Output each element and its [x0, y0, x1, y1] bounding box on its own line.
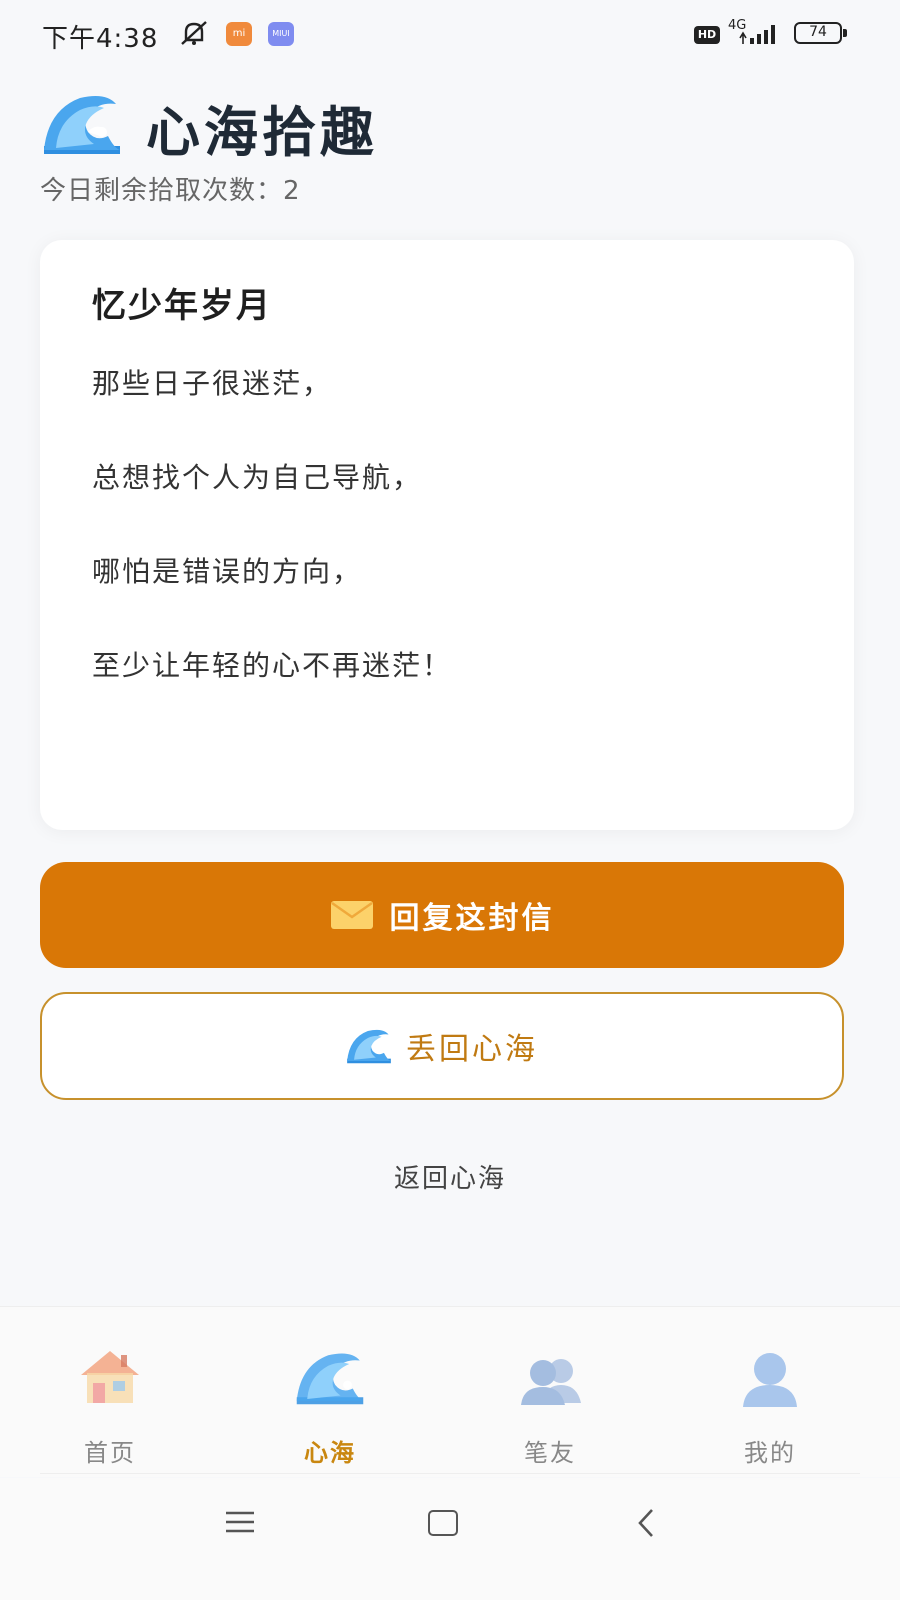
tab-penpal-label: 笔友 [524, 1439, 576, 1467]
back-link-label: 返回心海 [393, 1164, 506, 1194]
battery-icon: 74 [794, 22, 847, 44]
tab-mine[interactable]: 我的 [700, 1347, 840, 1468]
envelope-icon [330, 901, 373, 929]
home-nav-button[interactable] [428, 1510, 458, 1536]
tab-sea-label: 心海 [304, 1439, 356, 1467]
tab-home-label: 首页 [84, 1439, 136, 1467]
wave-icon [347, 1029, 391, 1064]
back-to-sea-link[interactable]: 返回心海 [0, 1158, 900, 1195]
letter-line: 总想找个人为自己导航， [92, 461, 423, 494]
tab-penpal[interactable]: 笔友 [480, 1347, 620, 1468]
tab-mine-label: 我的 [744, 1439, 796, 1467]
user-icon [743, 1353, 797, 1407]
letter-line: 至少让年轻的心不再迷茫！ [92, 649, 453, 682]
tab-home[interactable]: 首页 [40, 1347, 180, 1468]
letter-title: 忆少年岁月 [92, 286, 272, 326]
letter-card: 忆少年岁月 那些日子很迷茫， 总想找个人为自己导航， 哪怕是错误的方向， 至少让… [40, 240, 854, 830]
bottom-tab-bar: 首页 心海 笔友 我的 [0, 1306, 900, 1477]
wave-icon [44, 96, 120, 154]
page-title: 心海拾趣 [146, 101, 378, 164]
house-icon [81, 1351, 139, 1403]
status-time: 下午4:38 [42, 24, 159, 54]
system-nav-bar [0, 1478, 900, 1600]
throw-back-button[interactable]: 丢回心海 [40, 992, 844, 1100]
status-bar: 下午4:38 mi MIUI HD 4G 74 [0, 0, 900, 68]
hd-badge: HD [694, 26, 720, 44]
miui-icon: MIUI [268, 22, 294, 46]
tab-sea[interactable]: 心海 [260, 1347, 400, 1468]
battery-level: 74 [809, 24, 827, 40]
reply-button[interactable]: 回复这封信 [40, 862, 844, 968]
mute-bell-icon [181, 21, 207, 45]
letter-line: 哪怕是错误的方向， [92, 555, 363, 588]
throw-back-label: 丢回心海 [406, 1032, 538, 1067]
mi-store-icon: mi [226, 22, 252, 46]
divider [40, 1473, 860, 1474]
reply-button-label: 回复这封信 [389, 901, 555, 936]
wave-icon [296, 1353, 364, 1405]
remaining-count: 今日剩余拾取次数：2 [40, 176, 301, 206]
menu-icon[interactable] [226, 1510, 254, 1534]
back-nav-icon[interactable] [634, 1508, 660, 1538]
friends-icon [521, 1359, 581, 1405]
letter-line: 那些日子很迷茫， [92, 367, 333, 400]
signal-icon [739, 25, 775, 44]
